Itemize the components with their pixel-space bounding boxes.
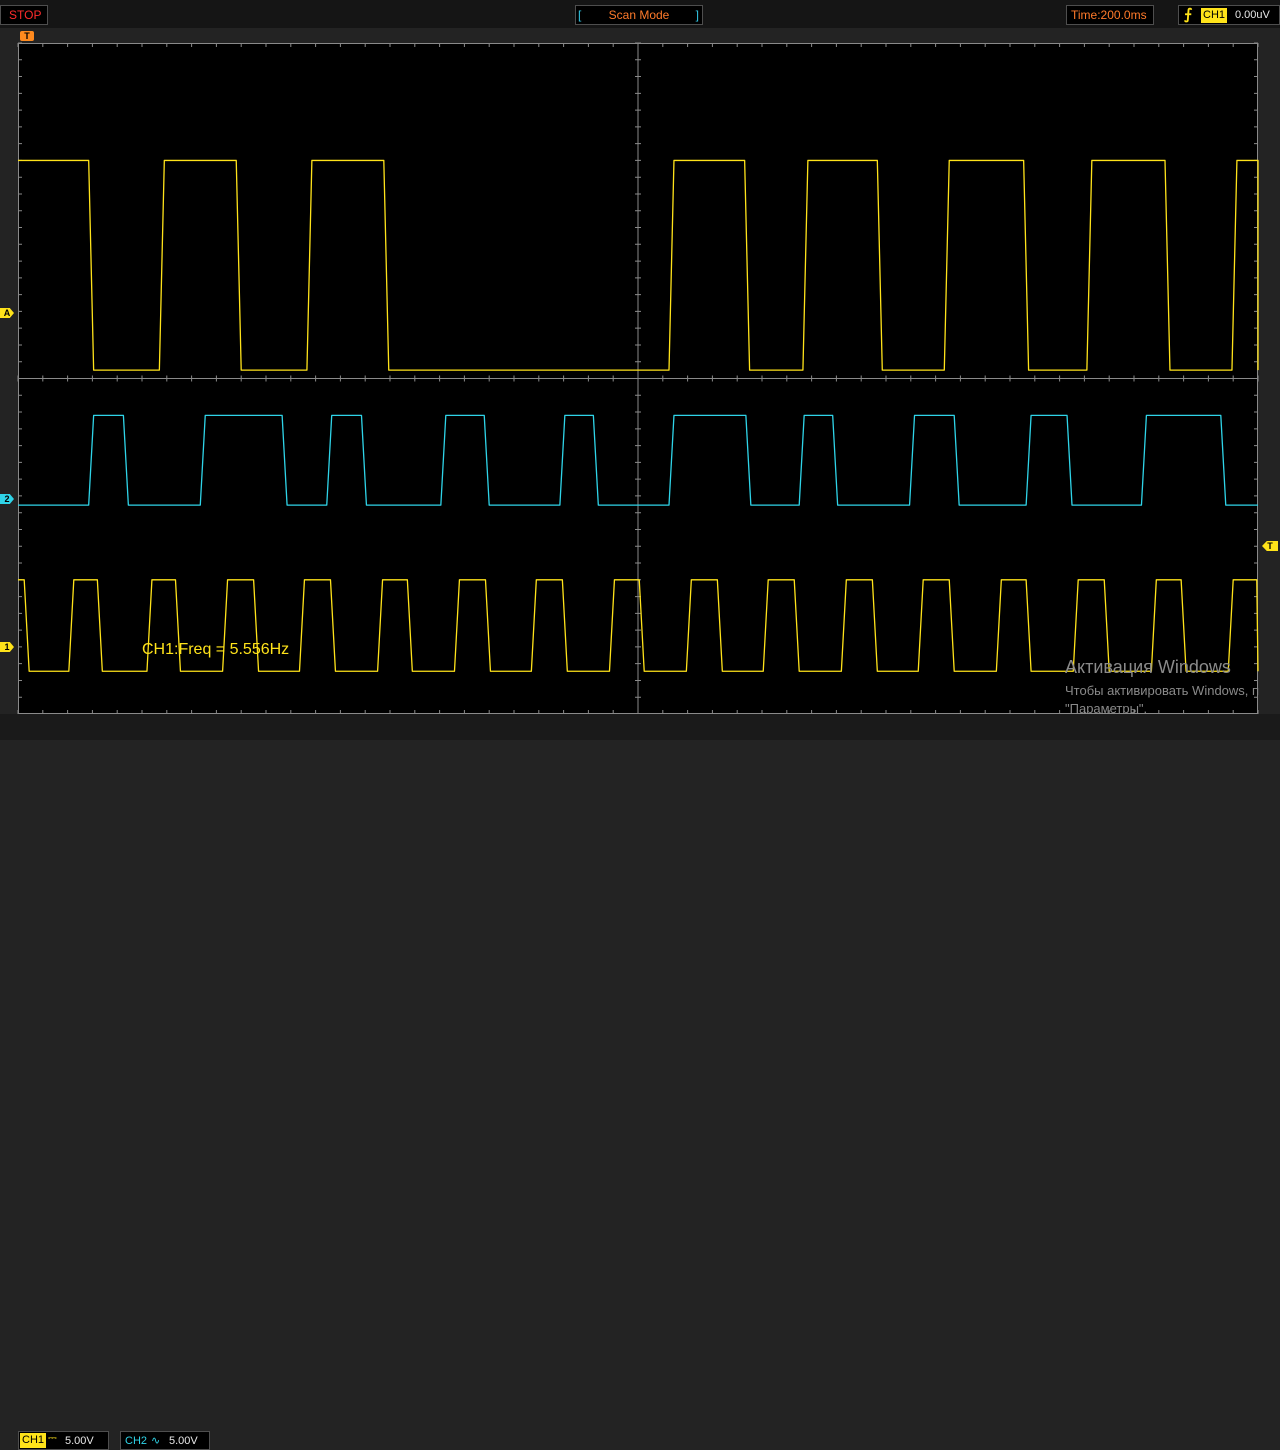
- rising-edge-icon: ⨍: [1184, 6, 1193, 23]
- ac-coupling-icon: ∿: [151, 1435, 161, 1447]
- ch1-label: CH1: [20, 1433, 47, 1448]
- waveform-display[interactable]: [0, 28, 1280, 714]
- ch2-label: CH2: [125, 1435, 148, 1447]
- bracket-right-icon: ]: [695, 8, 699, 22]
- ch1-scale: 5.00V: [65, 1435, 94, 1447]
- frequency-measurement: CH1:Freq = 5.556Hz: [142, 641, 290, 658]
- trigger-channel: CH1: [1201, 8, 1228, 23]
- trigger-level-value: 0.00uV: [1235, 9, 1270, 21]
- ch2-settings[interactable]: CH2 ∿ 5.00V: [120, 1431, 210, 1450]
- scan-mode-indicator: [ Scan Mode ]: [575, 5, 703, 25]
- ch2-scale: 5.00V: [169, 1435, 198, 1447]
- run-stop-button[interactable]: STOP: [0, 5, 48, 25]
- trigger-position-marker[interactable]: T: [20, 31, 34, 41]
- scan-mode-label: Scan Mode: [608, 8, 670, 22]
- bracket-left-icon: [: [578, 8, 582, 22]
- ch1-settings[interactable]: CH1 ⎓ 5.00V: [18, 1431, 109, 1450]
- watermark-title: Активация Windows: [1065, 657, 1231, 677]
- watermark-line-1: Чтобы активировать Windows, п: [1065, 683, 1260, 698]
- bottom-channel-bar: CH1 ⎓ 5.00V CH2 ∿ 5.00V: [0, 714, 1280, 1450]
- top-status-bar: STOP [ Scan Mode ] Time:200.0ms ⨍ CH1 0.…: [0, 0, 1280, 28]
- dc-coupling-icon: ⎓: [48, 1432, 57, 1444]
- timebase-indicator[interactable]: Time:200.0ms: [1066, 5, 1154, 25]
- trigger-settings[interactable]: ⨍ CH1 0.00uV: [1178, 5, 1280, 25]
